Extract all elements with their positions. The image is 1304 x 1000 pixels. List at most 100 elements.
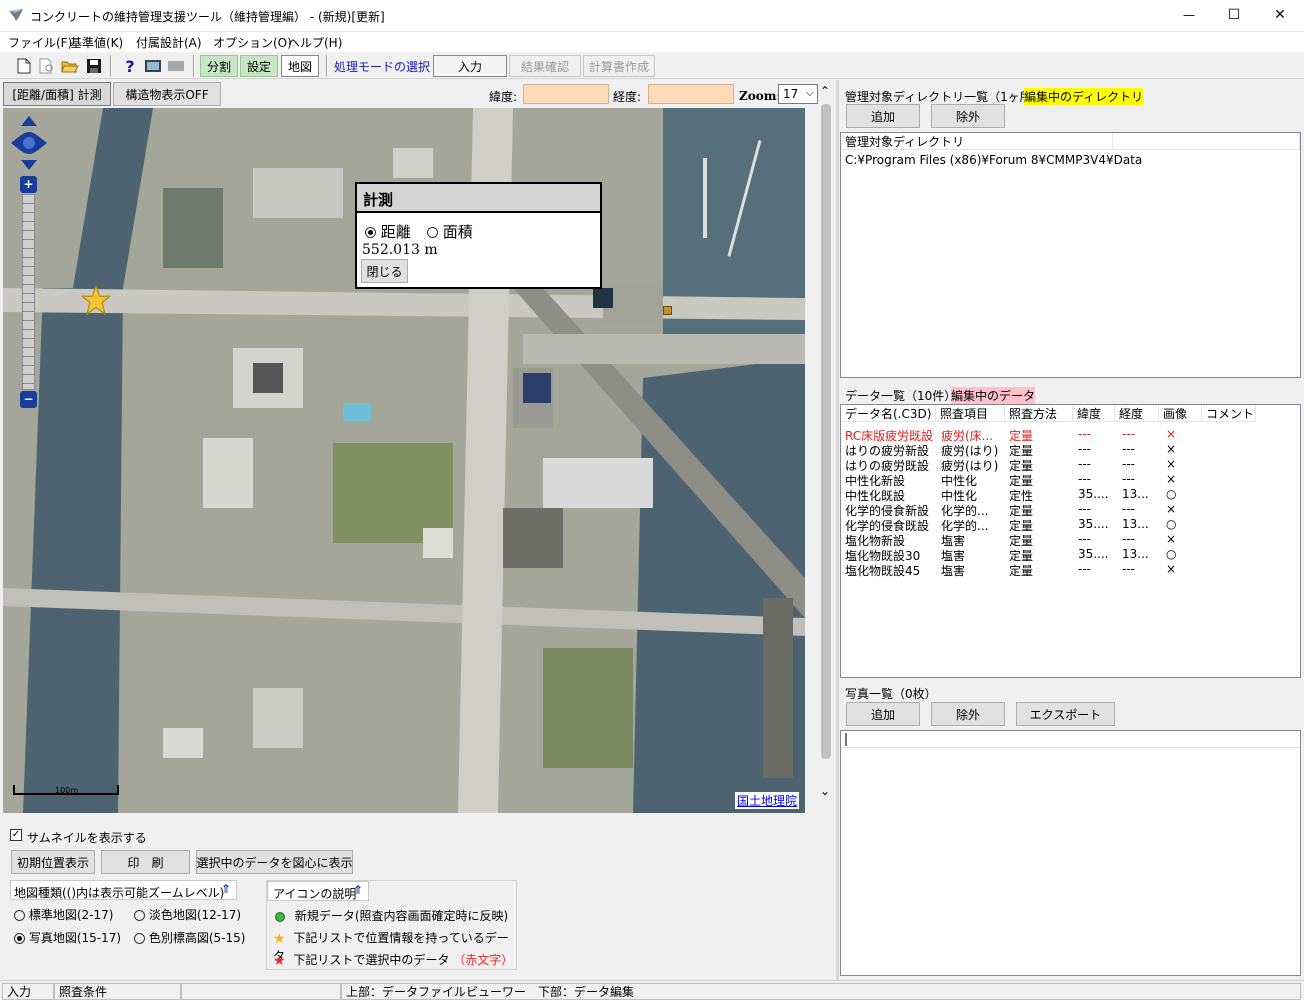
data-list[interactable]: データ名(.C3D) 照査項目 照査方法 緯度 経度 画像 コメント RC床版疲… <box>840 404 1301 678</box>
map-type-elevation[interactable]: 色別標高図(5-15) <box>134 929 245 946</box>
attribution-link[interactable]: 国土地理院 <box>735 792 800 809</box>
menu-options[interactable]: オプション(O) <box>213 34 292 51</box>
distance-radio-dot <box>365 227 376 238</box>
split-button[interactable]: 分割 <box>200 55 238 77</box>
zoom-out-icon[interactable]: − <box>20 391 37 408</box>
cell-longitude: 13... <box>1122 517 1149 531</box>
cell-longitude: 13... <box>1122 547 1149 561</box>
table-row[interactable]: RC床版疲労既設 疲労(床... 定量 --- --- × <box>845 427 1295 443</box>
menu-attached-design[interactable]: 付属設計(A) <box>136 34 202 51</box>
col-data-name[interactable]: データ名(.C3D) <box>841 405 936 422</box>
dir-add-button[interactable]: 追加 <box>846 104 920 128</box>
zoom-in-icon[interactable]: + <box>20 176 37 193</box>
input-mode-button[interactable]: 入力 <box>433 55 507 77</box>
zoom-select[interactable]: 17 ⌵ <box>778 84 818 104</box>
measure-close-button[interactable]: 閉じる <box>361 259 408 283</box>
longitude-label: 経度: <box>613 90 642 104</box>
new-file-icon[interactable] <box>14 56 34 76</box>
panel-splitter[interactable] <box>836 80 839 980</box>
map-type-pale[interactable]: 淡色地図(12-17) <box>134 906 241 923</box>
col-latitude[interactable]: 緯度 <box>1073 405 1115 422</box>
dir-remove-button[interactable]: 除外 <box>931 104 1005 128</box>
map-scrollbar[interactable]: ⌃ ⌄ <box>818 84 834 812</box>
cell-longitude: --- <box>1122 457 1135 471</box>
col-check-item[interactable]: 照査項目 <box>936 405 1005 422</box>
col-longitude[interactable]: 経度 <box>1115 405 1159 422</box>
book-icon[interactable] <box>143 56 163 76</box>
measure-title: 計測 <box>363 191 394 209</box>
latitude-label: 緯度: <box>489 90 518 104</box>
cell-longitude: --- <box>1122 532 1135 546</box>
status-hint: 上部：データファイルビューワー 下部：データ編集 <box>341 983 1301 1000</box>
structure-toggle-button[interactable]: 構造物表示OFF <box>113 82 221 106</box>
save-icon[interactable] <box>84 56 104 76</box>
cell-latitude: 35.... <box>1078 487 1109 501</box>
scroll-up-icon[interactable]: ⌃ <box>820 84 830 98</box>
report-button[interactable]: 計算書作成 <box>583 55 655 77</box>
col-check-method[interactable]: 照査方法 <box>1005 405 1073 422</box>
pan-control[interactable] <box>11 116 47 170</box>
toolbar: ? 分割 設定 地図 処理モードの選択 入力 結果確認 計算書作成 <box>0 52 1304 79</box>
open-folder-icon[interactable] <box>60 56 80 76</box>
collapse-icon[interactable]: ⇑ <box>350 883 366 899</box>
cell-latitude: 35.... <box>1078 547 1109 561</box>
photo-add-button[interactable]: 追加 <box>846 702 920 726</box>
result-check-button[interactable]: 結果確認 <box>509 55 581 77</box>
thumbnail-label: サムネイルを表示する <box>27 831 147 845</box>
menu-file[interactable]: ファイル(F) <box>8 34 72 51</box>
table-row[interactable]: 塩化物新設 塩害 定量 --- --- × <box>845 532 1295 548</box>
preview-icon[interactable] <box>37 56 57 76</box>
measure-button[interactable]: [距離/面積] 計測 <box>3 82 111 106</box>
zoom-slider[interactable] <box>22 194 35 390</box>
latitude-field[interactable] <box>523 84 609 104</box>
legend-selected-data: ★ 下記リストで選択中のデータ （赤文字） <box>273 951 513 969</box>
collapse-icon[interactable]: ⇑ <box>218 882 234 898</box>
map-button[interactable]: 地図 <box>281 55 319 77</box>
table-row[interactable]: 塩化物既設45 塩害 定量 --- --- × <box>845 562 1295 578</box>
photo-list-column[interactable] <box>845 733 847 746</box>
distance-radio[interactable]: 距離 <box>365 221 411 242</box>
help-icon[interactable]: ? <box>120 56 140 76</box>
map-type-standard[interactable]: 標準地図(2-17) <box>14 906 113 923</box>
cell-check-method: 定量 <box>1009 564 1034 578</box>
cell-image: ○ <box>1166 487 1177 501</box>
icon-legend-title: アイコンの説明 <box>273 887 357 901</box>
window-title: コンクリートの維持管理支援ツール（維持管理編） - (新規)[更新] <box>30 10 385 24</box>
table-row[interactable]: 化学的侵食既設 化学的... 定量 35.... 13... ○ <box>845 517 1295 533</box>
center-selected-button[interactable]: 選択中のデータを図心に表示 <box>196 850 353 874</box>
table-row[interactable]: 中性化既設 中性化 定性 35.... 13... ○ <box>845 487 1295 503</box>
photo-list[interactable] <box>840 730 1301 976</box>
photo-remove-button[interactable]: 除外 <box>931 702 1005 726</box>
maximize-button[interactable]: ☐ <box>1217 4 1251 26</box>
area-radio[interactable]: 面積 <box>427 221 473 242</box>
map-type-elevation-dot <box>134 933 145 944</box>
close-button[interactable]: ✕ <box>1263 4 1297 26</box>
menu-standard[interactable]: 基準値(K) <box>70 34 123 51</box>
menu-help[interactable]: ヘルプ(H) <box>288 34 342 51</box>
table-row[interactable]: はりの疲労既設 疲労(はり) 定量 --- --- × <box>845 457 1295 473</box>
map-type-photo[interactable]: 写真地図(15-17) <box>14 929 121 946</box>
print-button[interactable]: 印 刷 <box>101 850 190 874</box>
longitude-field[interactable] <box>648 84 734 104</box>
table-row[interactable]: 中性化新設 中性化 定量 --- --- × <box>845 472 1295 488</box>
photo-export-button[interactable]: エクスポート <box>1016 702 1115 726</box>
col-comment[interactable]: コメント <box>1202 405 1256 422</box>
initial-position-button[interactable]: 初期位置表示 <box>11 850 95 874</box>
scroll-down-icon[interactable]: ⌄ <box>820 784 830 798</box>
dir-row[interactable]: C:¥Program Files (x86)¥Forum 8¥CMMP3V4¥D… <box>845 153 1142 168</box>
dir-column-extra[interactable] <box>1113 133 1300 150</box>
data-location-star-icon[interactable] <box>80 284 112 316</box>
scroll-thumb[interactable] <box>821 104 831 759</box>
col-image[interactable]: 画像 <box>1159 405 1202 422</box>
dir-column-header[interactable]: 管理対象ディレクトリ <box>841 133 1113 150</box>
cell-longitude: --- <box>1122 427 1135 441</box>
table-row[interactable]: はりの疲労新設 疲労(はり) 定量 --- --- × <box>845 442 1295 458</box>
table-row[interactable]: 化学的侵食新設 化学的... 定量 --- --- × <box>845 502 1295 518</box>
map-type-title: 地図種類(()内は表示可能ズームレベル) <box>14 886 225 900</box>
thumbnail-checkbox[interactable]: ✓ <box>10 829 22 841</box>
dir-list[interactable]: 管理対象ディレクトリ C:¥Program Files (x86)¥Forum … <box>840 132 1301 378</box>
cell-latitude: --- <box>1078 562 1091 576</box>
settings-button[interactable]: 設定 <box>240 55 278 77</box>
table-row[interactable]: 塩化物既設30 塩害 定量 35.... 13... ○ <box>845 547 1295 563</box>
minimize-button[interactable]: — <box>1172 4 1206 26</box>
